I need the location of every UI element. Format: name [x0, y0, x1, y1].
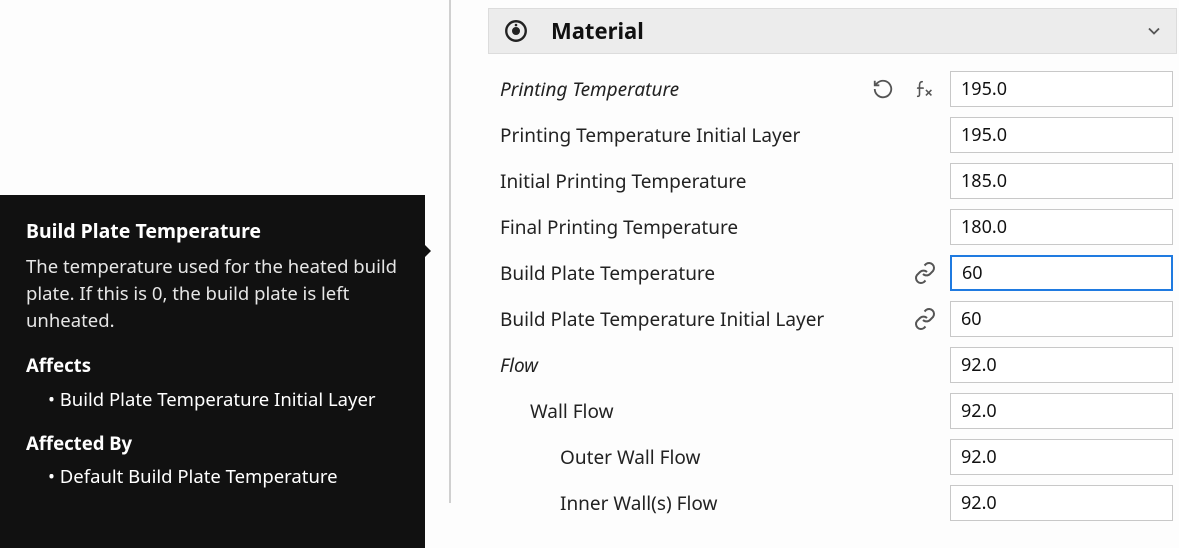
- action-slot-empty: [862, 441, 904, 473]
- action-slot-empty: [862, 119, 904, 151]
- action-slot-empty: [862, 487, 904, 519]
- setting-input-wrap: °C: [950, 301, 1173, 337]
- settings-panel: Material Printing Temperature °C Printin…: [488, 8, 1177, 526]
- setting-label: Final Printing Temperature: [500, 214, 862, 240]
- link-icon[interactable]: [904, 303, 946, 335]
- setting-input-flow[interactable]: [961, 353, 1179, 377]
- setting-row-printing-temperature-initial-layer: Printing Temperature Initial Layer °C: [488, 112, 1177, 158]
- formula-button[interactable]: [904, 73, 946, 105]
- setting-input-printing-temperature[interactable]: [961, 77, 1179, 101]
- setting-input-wrap: °C: [950, 255, 1173, 291]
- tooltip-title: Build Plate Temperature: [26, 217, 401, 244]
- setting-label: Flow: [500, 352, 862, 378]
- setting-label: Wall Flow: [500, 398, 862, 424]
- setting-label: Build Plate Temperature Initial Layer: [500, 306, 862, 332]
- setting-input-initial-printing-temperature[interactable]: [961, 169, 1179, 193]
- panel-divider: [449, 0, 451, 503]
- link-icon[interactable]: [904, 257, 946, 289]
- action-slot-empty: [904, 441, 946, 473]
- setting-label: Build Plate Temperature: [500, 260, 862, 286]
- setting-row-build-plate-temperature: Build Plate Temperature °C: [488, 250, 1177, 296]
- setting-row-initial-printing-temperature: Initial Printing Temperature °C: [488, 158, 1177, 204]
- setting-row-printing-temperature: Printing Temperature °C: [488, 66, 1177, 112]
- setting-label: Outer Wall Flow: [500, 444, 862, 470]
- setting-input-wrap: %: [950, 347, 1173, 383]
- action-slot-empty: [862, 211, 904, 243]
- setting-input-wrap: °C: [950, 71, 1173, 107]
- setting-input-outer-wall-flow[interactable]: [961, 445, 1179, 469]
- setting-tooltip: Build Plate Temperature The temperature …: [0, 195, 425, 548]
- tooltip-affects-item: Build Plate Temperature Initial Layer: [48, 387, 401, 413]
- section-title: Material: [551, 16, 1124, 46]
- chevron-down-icon: [1144, 21, 1164, 41]
- setting-label: Printing Temperature: [500, 76, 862, 102]
- setting-input-inner-wall-flow[interactable]: [961, 491, 1179, 515]
- setting-input-wrap: %: [950, 439, 1173, 475]
- action-slot-empty: [904, 119, 946, 151]
- action-slot-empty: [904, 211, 946, 243]
- setting-row-wall-flow: Wall Flow %: [488, 388, 1177, 434]
- action-slot-empty: [904, 349, 946, 381]
- setting-input-wall-flow[interactable]: [961, 399, 1179, 423]
- setting-input-wrap: %: [950, 485, 1173, 521]
- section-header-material[interactable]: Material: [488, 8, 1177, 54]
- setting-input-printing-temperature-initial-layer[interactable]: [961, 123, 1179, 147]
- action-slot-empty: [862, 257, 904, 289]
- tooltip-affected-by-item: Default Build Plate Temperature: [48, 464, 401, 490]
- tooltip-affected-by-label: Affected By: [26, 431, 401, 457]
- setting-label: Printing Temperature Initial Layer: [500, 122, 862, 148]
- tooltip-description: The temperature used for the heated buil…: [26, 254, 401, 334]
- setting-input-final-printing-temperature[interactable]: [961, 215, 1179, 239]
- action-slot-empty: [904, 165, 946, 197]
- setting-input-wrap: °C: [950, 117, 1173, 153]
- action-slot-empty: [862, 349, 904, 381]
- action-slot-empty: [862, 395, 904, 427]
- setting-input-wrap: %: [950, 393, 1173, 429]
- setting-row-final-printing-temperature: Final Printing Temperature °C: [488, 204, 1177, 250]
- setting-row-flow: Flow %: [488, 342, 1177, 388]
- setting-row-inner-wall-flow: Inner Wall(s) Flow %: [488, 480, 1177, 526]
- tooltip-affects-label: Affects: [26, 353, 401, 379]
- action-slot-empty: [904, 395, 946, 427]
- reset-button[interactable]: [862, 73, 904, 105]
- action-slot-empty: [862, 303, 904, 335]
- setting-label: Initial Printing Temperature: [500, 168, 862, 194]
- setting-input-build-plate-temperature[interactable]: [962, 261, 1179, 285]
- material-spool-icon: [501, 16, 531, 46]
- action-slot-empty: [862, 165, 904, 197]
- action-slot-empty: [904, 487, 946, 519]
- setting-input-wrap: °C: [950, 209, 1173, 245]
- setting-input-wrap: °C: [950, 163, 1173, 199]
- setting-row-build-plate-temperature-initial-layer: Build Plate Temperature Initial Layer °C: [488, 296, 1177, 342]
- setting-label: Inner Wall(s) Flow: [500, 490, 862, 516]
- setting-input-build-plate-temperature-initial-layer[interactable]: [961, 307, 1179, 331]
- setting-row-outer-wall-flow: Outer Wall Flow %: [488, 434, 1177, 480]
